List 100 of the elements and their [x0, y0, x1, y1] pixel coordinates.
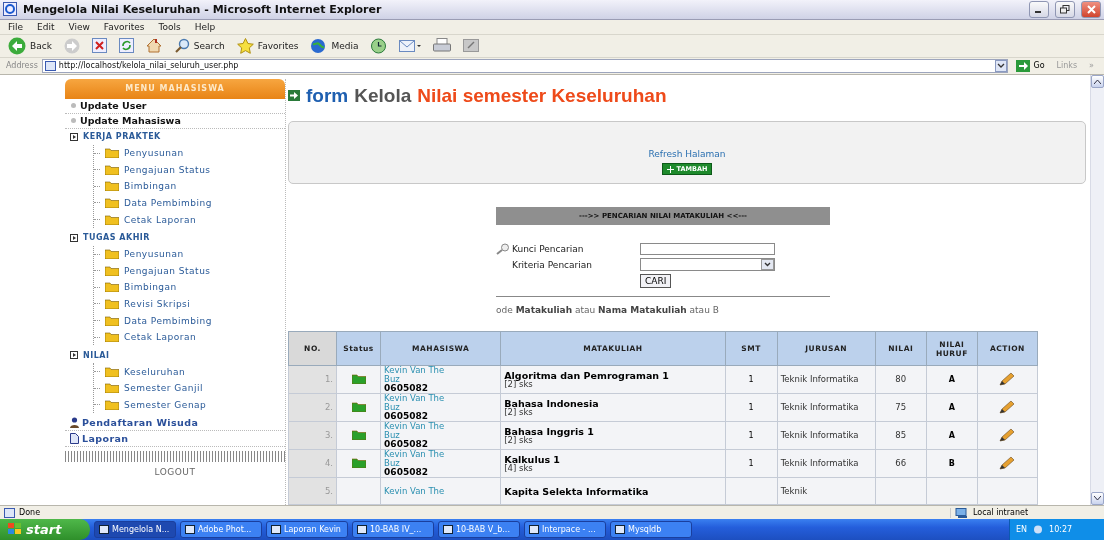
- scrollbar[interactable]: [1090, 74, 1104, 505]
- computer-icon: [955, 507, 969, 518]
- pencil-icon[interactable]: [998, 427, 1017, 442]
- student-link[interactable]: Kevin Van The Buz: [384, 450, 453, 468]
- table-cell: Teknik Informatika: [777, 449, 876, 478]
- menu-link[interactable]: Pendaftaran Wisuda: [65, 415, 285, 432]
- submenu-link[interactable]: Pengajuan Status: [94, 262, 285, 279]
- browser-logo-icon: [3, 2, 17, 17]
- menu-link[interactable]: Update User: [65, 98, 285, 114]
- pencil-icon[interactable]: [998, 399, 1017, 414]
- folder-icon: [105, 298, 119, 309]
- submenu-link[interactable]: Revisi Skripsi: [94, 295, 285, 313]
- go-button[interactable]: Go: [1012, 59, 1049, 72]
- folder-icon: [105, 249, 119, 260]
- page-heading: form Kelola Nilai semester Keseluruhan: [288, 84, 1090, 107]
- menu-item[interactable]: Edit: [37, 21, 55, 32]
- submenu-link[interactable]: Cetak Laporan: [94, 328, 285, 346]
- menu-link[interactable]: Update Mahasiswa: [65, 113, 285, 129]
- folder-icon: [105, 148, 119, 159]
- window-icon: [271, 525, 281, 534]
- window-icon: [185, 525, 195, 534]
- taskbar-button[interactable]: 10-BAB V_b...: [438, 521, 520, 538]
- student-link[interactable]: Kevin Van The Buz: [384, 394, 453, 412]
- envelope-icon: [399, 38, 422, 53]
- globe-icon: [310, 37, 328, 54]
- pencil-icon[interactable]: [998, 455, 1017, 470]
- close-button[interactable]: [1081, 1, 1101, 18]
- search-button[interactable]: Search: [171, 35, 227, 56]
- table-cell: Teknik Informatika: [777, 393, 876, 422]
- submenu-link[interactable]: Cetak Laporan: [94, 211, 285, 228]
- course-credits: [4] sks: [504, 463, 533, 473]
- address-label: Address: [6, 61, 38, 71]
- taskbar-button[interactable]: Adobe Phot...: [180, 521, 262, 538]
- course-name: Bahasa Inggris 1: [504, 426, 595, 436]
- taskbar-button[interactable]: Mengelola N...: [94, 521, 176, 538]
- submenu-link[interactable]: Keseluruhan: [94, 363, 285, 380]
- network-icon: [1033, 525, 1044, 534]
- menu-section[interactable]: KERJA PRAKTEK: [65, 128, 285, 145]
- search-key-field[interactable]: [640, 243, 775, 255]
- minimize-button[interactable]: [1029, 1, 1049, 18]
- submenu-link[interactable]: Penyusunan: [94, 245, 285, 263]
- refresh-link[interactable]: Refresh Halaman: [648, 149, 726, 159]
- menu-item[interactable]: View: [68, 21, 90, 32]
- bullet-icon: [71, 118, 76, 124]
- table-cell: Teknik Informatika: [777, 421, 876, 450]
- submenu-link[interactable]: Semester Genap: [94, 396, 285, 414]
- folder-icon: [105, 164, 119, 175]
- favorites-button[interactable]: Favorites: [234, 35, 301, 56]
- folder-icon: [351, 457, 366, 468]
- page-icon: [44, 60, 56, 71]
- folder-icon: [105, 383, 119, 394]
- submenu-link[interactable]: Pengajuan Status: [94, 161, 285, 179]
- menu-item[interactable]: File: [8, 21, 24, 32]
- clock-icon: [370, 37, 388, 54]
- submenu-link[interactable]: Bimbingan: [94, 178, 285, 195]
- student-link[interactable]: Kevin Van The Buz: [384, 422, 453, 440]
- table-cell: 5.: [288, 477, 337, 505]
- submenu-link[interactable]: Data Pembimbing: [94, 312, 285, 329]
- bullet-icon: [71, 103, 76, 109]
- menu-section[interactable]: NILAI: [65, 347, 285, 364]
- search-icon: [496, 243, 510, 255]
- taskbar-button[interactable]: Mysqldb: [610, 521, 692, 538]
- search-button[interactable]: CARI: [640, 274, 672, 288]
- flag-icon: [8, 523, 22, 536]
- submenu-link[interactable]: Penyusunan: [94, 144, 285, 162]
- window-icon: [615, 525, 625, 534]
- folder-icon: [105, 265, 119, 276]
- taskbar-button[interactable]: 10-BAB IV_...: [352, 521, 434, 538]
- star-icon: [236, 37, 254, 54]
- criteria-dropdown[interactable]: [640, 258, 775, 271]
- document-icon: [70, 433, 79, 445]
- logout-link[interactable]: LOGOUT: [65, 462, 285, 478]
- media-button[interactable]: Media: [308, 35, 361, 56]
- menu-section[interactable]: TUGAS AKHIR: [65, 229, 285, 246]
- menu-item[interactable]: Help: [194, 21, 216, 32]
- taskbar-button[interactable]: Interpace - ...: [524, 521, 606, 538]
- stop-button[interactable]: [89, 35, 109, 56]
- refresh-button[interactable]: [116, 35, 136, 56]
- page-icon: [4, 507, 15, 518]
- menu-link[interactable]: Laporan: [65, 431, 285, 448]
- menu-item[interactable]: Tools: [158, 21, 181, 32]
- address-field[interactable]: http://localhost/kelola_nilai_seluruh_user.php: [41, 58, 1009, 73]
- restore-button[interactable]: [1055, 1, 1075, 18]
- table-cell: Teknik Informatika: [777, 365, 876, 394]
- window-title: Mengelola Nilai Keseluruhan - Microsoft Internet Explorer: [23, 3, 383, 16]
- folder-icon: [351, 373, 366, 384]
- table-cell: 3.: [288, 421, 337, 450]
- pencil-icon[interactable]: [998, 371, 1017, 386]
- back-button[interactable]: Back: [6, 35, 54, 56]
- folder-icon: [105, 181, 119, 192]
- plus-icon: [666, 165, 674, 173]
- submenu-link[interactable]: Data Pembimbing: [94, 194, 285, 212]
- scroll-down-icon[interactable]: [1094, 496, 1101, 501]
- close-icon: [1086, 5, 1096, 14]
- scroll-up-icon[interactable]: [1094, 78, 1101, 84]
- submenu-link[interactable]: Semester Ganjil: [94, 380, 285, 397]
- submenu-link[interactable]: Bimbingan: [94, 279, 285, 296]
- menu-item[interactable]: Favorites: [103, 21, 145, 32]
- taskbar-button[interactable]: Laporan Kevin: [266, 521, 348, 538]
- student-link[interactable]: Kevin Van The Buz: [384, 366, 453, 384]
